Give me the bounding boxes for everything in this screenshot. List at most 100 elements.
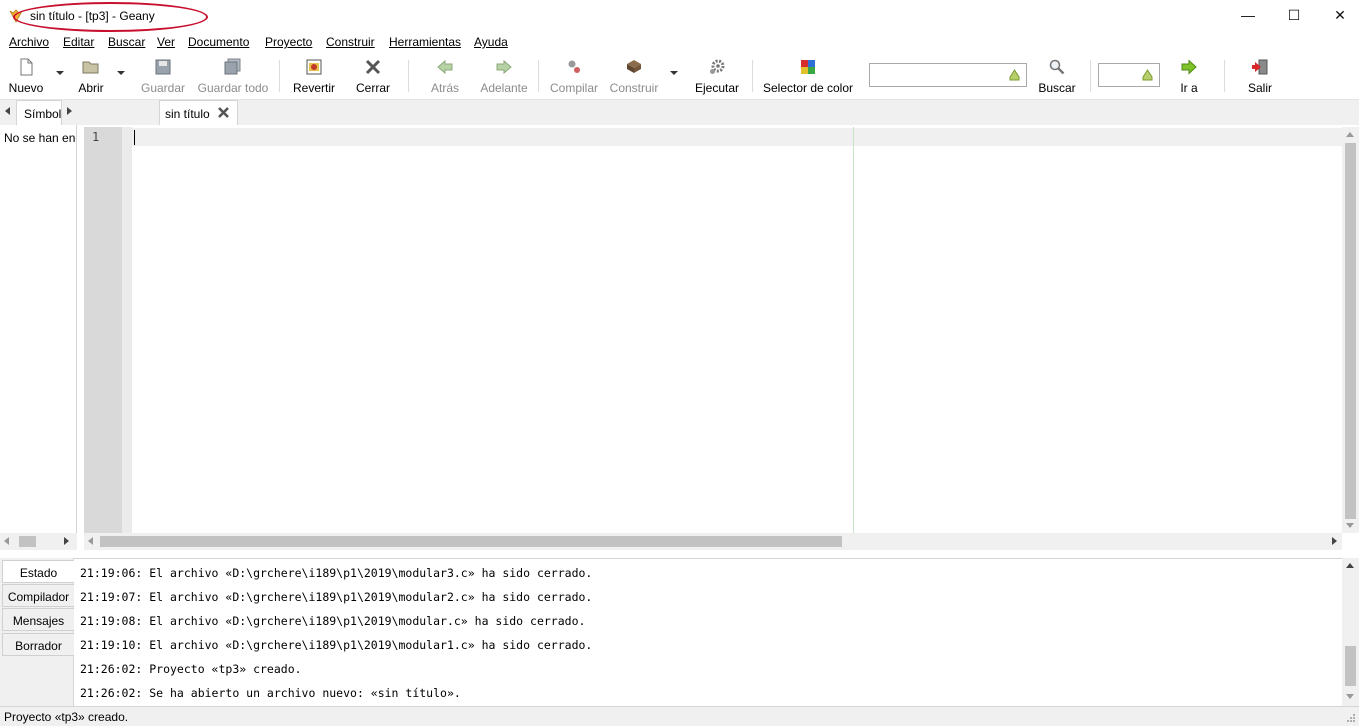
sidebar-scroll-right-arrow[interactable] [67, 107, 72, 115]
save-all-icon [224, 58, 241, 75]
scrollbar-thumb[interactable] [1345, 646, 1356, 686]
new-button[interactable]: Nuevo [4, 56, 48, 98]
scroll-down-arrow[interactable] [1346, 523, 1354, 528]
gears-icon [710, 59, 725, 74]
close-file-button[interactable]: Cerrar [350, 56, 396, 98]
log-line: 21:19:06: El archivo «D:\grchere\i189\p1… [80, 566, 593, 580]
save-all-button[interactable]: Guardar todo [196, 56, 270, 98]
sidebar-scroll-left-arrow[interactable] [5, 107, 10, 115]
line-number-gutter [84, 127, 122, 533]
goto-line-input[interactable] [1098, 63, 1160, 87]
editor-horizontal-scrollbar[interactable] [84, 533, 1342, 550]
close-window-button[interactable]: ✕ [1317, 0, 1359, 30]
scrollbar-thumb[interactable] [19, 536, 36, 547]
log-line: 21:19:07: El archivo «D:\grchere\i189\p1… [80, 590, 593, 604]
new-dropdown-arrow[interactable] [56, 71, 64, 75]
quit-button[interactable]: Salir [1238, 56, 1282, 98]
color-picker-button[interactable]: Selector de color [760, 56, 856, 98]
close-x-icon [365, 59, 381, 75]
tab-untitled-document[interactable]: sin título [159, 100, 238, 125]
menu-documento[interactable]: Documento [188, 35, 249, 49]
text-caret [134, 130, 135, 145]
maximize-button[interactable]: ☐ [1271, 0, 1317, 30]
toolbar-separator [1224, 60, 1225, 92]
fold-margin [122, 127, 132, 533]
minimize-button[interactable]: — [1225, 0, 1271, 30]
toolbar-separator [538, 60, 539, 92]
log-line: 21:19:08: El archivo «D:\grchere\i189\p1… [80, 614, 586, 628]
toolbar: Nuevo Abrir Guardar Guardar todo Reverti… [0, 52, 1359, 100]
scroll-up-arrow[interactable] [1346, 563, 1354, 568]
log-line: 21:19:10: El archivo «D:\grchere\i189\p1… [80, 638, 593, 652]
scroll-right-arrow[interactable] [64, 537, 69, 545]
symbols-sidebar: No se han encontrado símbolos [0, 125, 77, 533]
sidebar-horizontal-scrollbar[interactable] [0, 533, 77, 550]
magnifier-icon [1049, 59, 1065, 75]
menu-herramientas[interactable]: Herramientas [389, 35, 461, 49]
current-line-highlight [132, 128, 1342, 146]
log-line: 21:26:02: Proyecto «tp3» creado. [80, 662, 302, 676]
toolbar-separator [408, 60, 409, 92]
forward-button[interactable]: Adelante [476, 56, 532, 98]
tab-symbols[interactable]: Símbolos [16, 100, 62, 125]
search-input[interactable] [869, 63, 1027, 87]
line-number: 1 [92, 130, 100, 144]
tab-status[interactable]: Estado [2, 560, 74, 583]
toolbar-separator [279, 60, 280, 92]
title-annotation-ellipse [13, 2, 208, 32]
revert-icon [306, 59, 322, 75]
scroll-left-arrow[interactable] [4, 537, 9, 545]
editor-vertical-scrollbar[interactable] [1342, 127, 1359, 533]
status-bar: Proyecto «tp3» creado. [0, 706, 1359, 726]
compile-icon [568, 60, 580, 73]
open-dropdown-arrow[interactable] [117, 71, 125, 75]
new-file-icon [20, 58, 33, 76]
scrollbar-thumb[interactable] [100, 536, 842, 547]
editor-tab-bar: sin título [77, 100, 1359, 125]
toolbar-separator [752, 60, 753, 92]
menu-construir[interactable]: Construir [326, 35, 375, 49]
resize-grip-icon[interactable] [1346, 713, 1356, 723]
scroll-right-arrow[interactable] [1332, 537, 1337, 545]
scroll-left-arrow[interactable] [88, 537, 93, 545]
folder-icon [82, 61, 99, 74]
save-button[interactable]: Guardar [138, 56, 188, 98]
arrow-left-icon [437, 59, 453, 75]
scroll-up-arrow[interactable] [1346, 132, 1354, 137]
log-vertical-scrollbar[interactable] [1342, 558, 1359, 706]
save-icon [155, 59, 171, 75]
scrollbar-thumb[interactable] [1345, 143, 1356, 519]
tab-scratch[interactable]: Borrador [2, 633, 74, 656]
menu-editar[interactable]: Editar [63, 35, 94, 49]
menu-proyecto[interactable]: Proyecto [265, 35, 312, 49]
scroll-down-arrow[interactable] [1346, 694, 1354, 699]
menu-buscar[interactable]: Buscar [108, 35, 145, 49]
tab-compiler[interactable]: Compilador [2, 584, 74, 607]
menu-ayuda[interactable]: Ayuda [474, 35, 508, 49]
revert-button[interactable]: Revertir [288, 56, 340, 98]
menu-ver[interactable]: Ver [157, 35, 175, 49]
back-button[interactable]: Atrás [424, 56, 466, 98]
toolbar-separator [1090, 60, 1091, 92]
exit-door-icon [1252, 59, 1268, 75]
build-button[interactable]: Construir [606, 56, 662, 98]
goto-button[interactable]: Ir a [1168, 56, 1210, 98]
arrow-right-icon [496, 59, 512, 75]
clear-search-icon[interactable] [1008, 68, 1021, 82]
open-button[interactable]: Abrir [70, 56, 112, 98]
close-tab-icon[interactable] [217, 106, 230, 119]
status-log[interactable]: 21:19:06: El archivo «D:\grchere\i189\p1… [74, 558, 1342, 706]
tab-messages[interactable]: Mensajes [2, 608, 74, 631]
message-window-tabs: Estado Compilador Mensajes Borrador [0, 558, 74, 706]
build-dropdown-arrow[interactable] [670, 71, 678, 75]
log-line: 21:26:02: Se ha abierto un archivo nuevo… [80, 686, 461, 700]
search-button[interactable]: Buscar [1034, 56, 1080, 98]
build-brick-icon [627, 60, 641, 73]
compile-button[interactable]: Compilar [546, 56, 602, 98]
sidebar-tab-bar: Símbolos [0, 100, 77, 125]
menu-archivo[interactable]: Archivo [9, 35, 49, 49]
clear-goto-icon[interactable] [1141, 68, 1154, 82]
code-editor[interactable] [132, 127, 1342, 533]
run-button[interactable]: Ejecutar [690, 56, 744, 98]
long-line-marker [853, 127, 854, 533]
